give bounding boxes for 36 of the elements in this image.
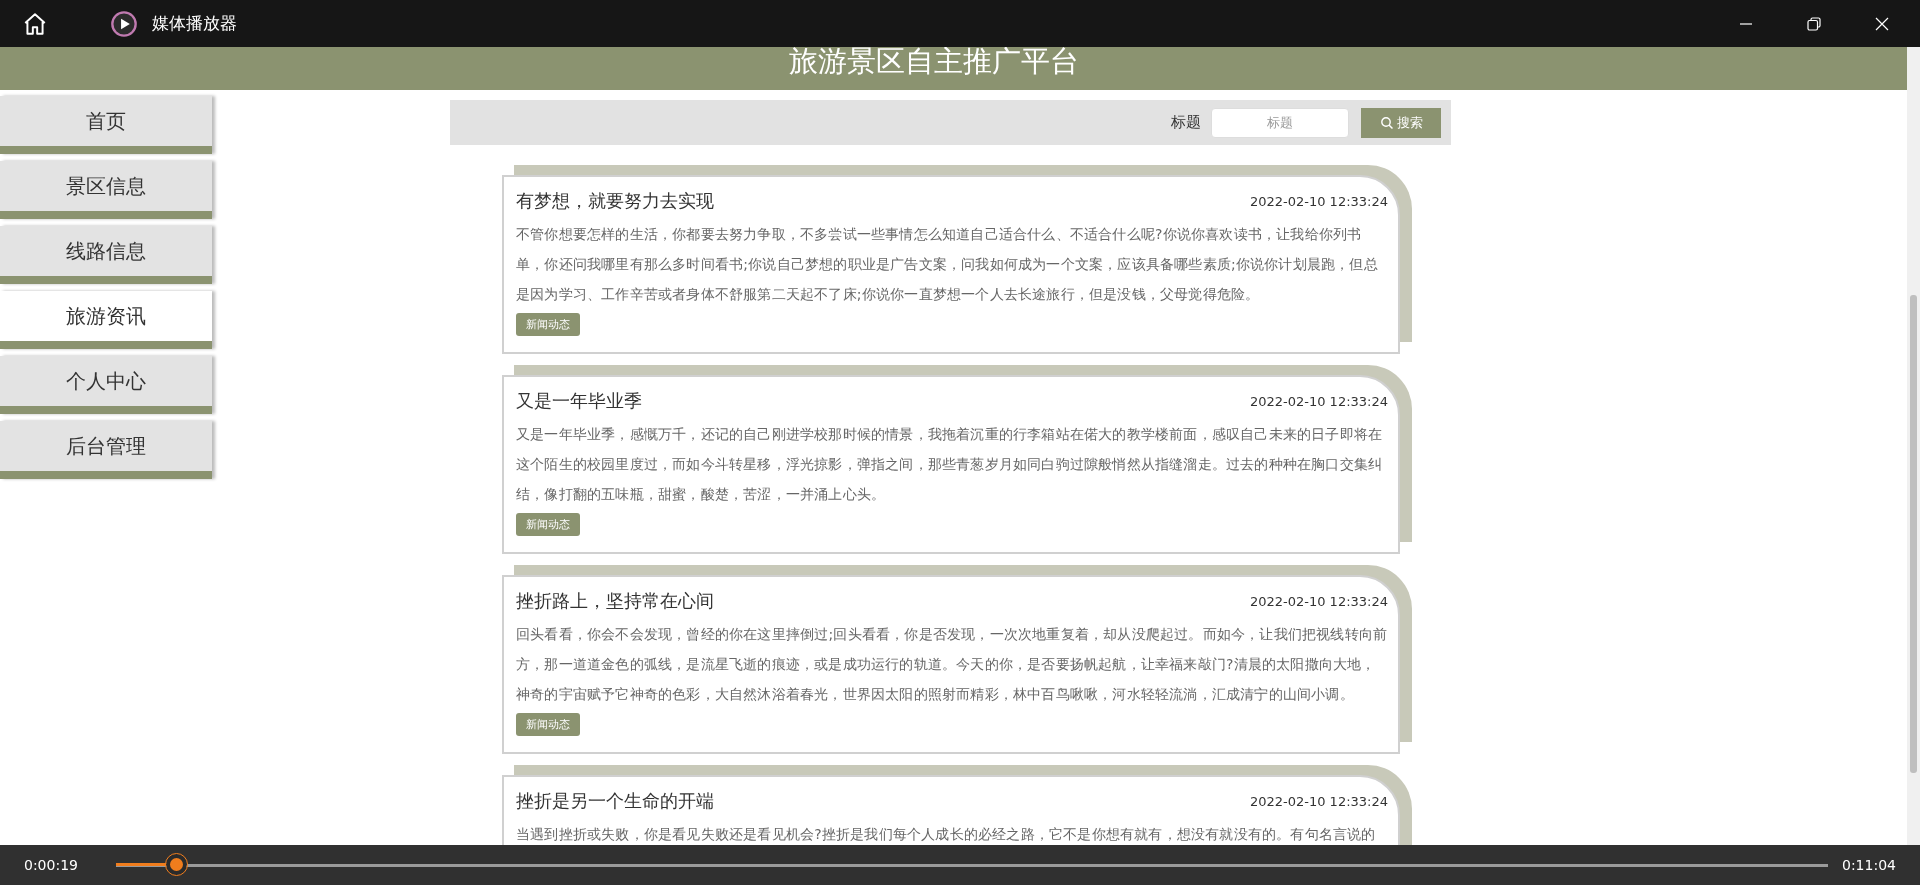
news-summary: 不管你想要怎样的生活，你都要去努力争取，不多尝试一些事情怎么知道自己适合什么、不适合什么呢?你说你喜欢读书，让我给你列书单，你还问我哪里有那么多时间看书;你说自己梦想的职业是广告文案，问我如何成为一个文案，应该具备哪些素质;你说你计划晨跑，但总是因为学习、工作辛苦或者身体不舒服第二天起不了床;你说你一直梦想一个人去长途旅行，但是没钱，父母觉得危险。 bbox=[516, 225, 1379, 304]
news-date: 2022-02-10 12:33:24 bbox=[1249, 593, 1388, 609]
sidebar-item[interactable]: 个人中心 bbox=[0, 356, 212, 414]
restore-icon[interactable] bbox=[1806, 15, 1822, 32]
news-date: 2022-02-10 12:33:24 bbox=[1249, 193, 1388, 209]
scrollbar[interactable] bbox=[1907, 47, 1920, 845]
search-icon bbox=[1379, 115, 1394, 130]
total-time: 0:11:04 bbox=[1842, 857, 1897, 873]
close-icon[interactable] bbox=[1874, 15, 1890, 32]
sidebar-item[interactable]: 旅游资讯 bbox=[0, 291, 212, 349]
news-date: 2022-02-10 12:33:24 bbox=[1249, 793, 1388, 809]
news-title: 挫折路上，坚持常在心间 bbox=[516, 589, 714, 613]
sidebar-item[interactable]: 景区信息 bbox=[0, 161, 212, 219]
news-card[interactable]: 又是一年毕业季 2022-02-10 12:33:24 又是一年毕业季，感慨万千，还记的自己刚进学校那时候的情景，我拖着沉重的行李箱站在偌大的教学楼前面，感叹自己未来的日子即将在这个陌生的校园里度过，而如今斗转星移，浮光掠影，弹指之间，那些青葱岁月如同白驹过隙般悄然从指缝溜走。过去的种种在胸口交集纠结，像打翻的五味瓶，甜蜜，酸楚，苦涩，一并涌上心头。 新闻动态 bbox=[502, 375, 1400, 554]
sidebar-item[interactable]: 线路信息 bbox=[0, 226, 212, 284]
elapsed-time: 0:00:19 bbox=[24, 857, 79, 873]
sidebar-item[interactable]: 后台管理 bbox=[0, 421, 212, 479]
news-card[interactable] bbox=[502, 175, 1400, 354]
news-date: 2022-02-10 12:33:24 bbox=[1249, 393, 1388, 409]
news-card[interactable]: 挫折是另一个生命的开端 2022-02-10 12:33:24 当遇到挫折或失败，你是看见失败还是看见机会?挫折是我们每个人成长的必经之路，它不是你想有就有，想没有就没有的。有句名言说的 bbox=[502, 775, 1400, 845]
window-title: 媒体播放器 bbox=[152, 12, 237, 35]
sidebar-item[interactable]: 首页 bbox=[0, 96, 212, 154]
play-icon bbox=[110, 9, 138, 38]
news-summary: 回头看看，你会不会发现，曾经的你在这里摔倒过;回头看看，你是否发现，一次次地重复着，却从没爬起过。而如今，让我们把视线转向前方，那一道道金色的弧线，是流星飞逝的痕迹，或是成功运行的轨道。今天的你，是否要扬帆起航，让幸福来敲门?清晨的太阳撒向大地，神奇的宇宙赋予它神奇的色彩，大自然沐浴着春光，世界因太阳的照射而精彩，林中百鸟啾啾，河水轻轻流淌，汇成清宁的山间小调。 bbox=[516, 625, 1388, 704]
seek-handle[interactable] bbox=[165, 854, 187, 875]
site-title: 旅游景区自主推广平台 bbox=[788, 47, 1079, 80]
news-summary: 当遇到挫折或失败，你是看见失败还是看见机会?挫折是我们每个人成长的必经之路，它不是你想有就有，想没有就没有的。有句名言说的 bbox=[516, 825, 1377, 844]
news-title: 有梦想，就要努力去实现 bbox=[516, 189, 714, 213]
news-title: 挫折是另一个生命的开端 bbox=[516, 789, 714, 813]
news-title: 又是一年毕业季 bbox=[516, 389, 642, 413]
search-label: 标题 bbox=[1171, 113, 1201, 132]
search-field[interactable]: 标题 bbox=[1211, 107, 1349, 138]
home-icon[interactable] bbox=[22, 10, 48, 37]
news-summary: 又是一年毕业季，感慨万千，还记的自己刚进学校那时候的情景，我拖着沉重的行李箱站在偌大的教学楼前面，感叹自己未来的日子即将在这个陌生的校园里度过，而如今斗转星移，浮光掠影，弹指之间，那些青葱岁月如同白驹过隙般悄然从指缝溜走。过去的种种在胸口交集纠结，像打翻的五味瓶，甜蜜，酸楚，苦涩，一并涌上心头。 bbox=[516, 425, 1384, 504]
news-card[interactable] bbox=[502, 575, 1400, 754]
scrollbar-thumb[interactable] bbox=[1910, 295, 1917, 773]
